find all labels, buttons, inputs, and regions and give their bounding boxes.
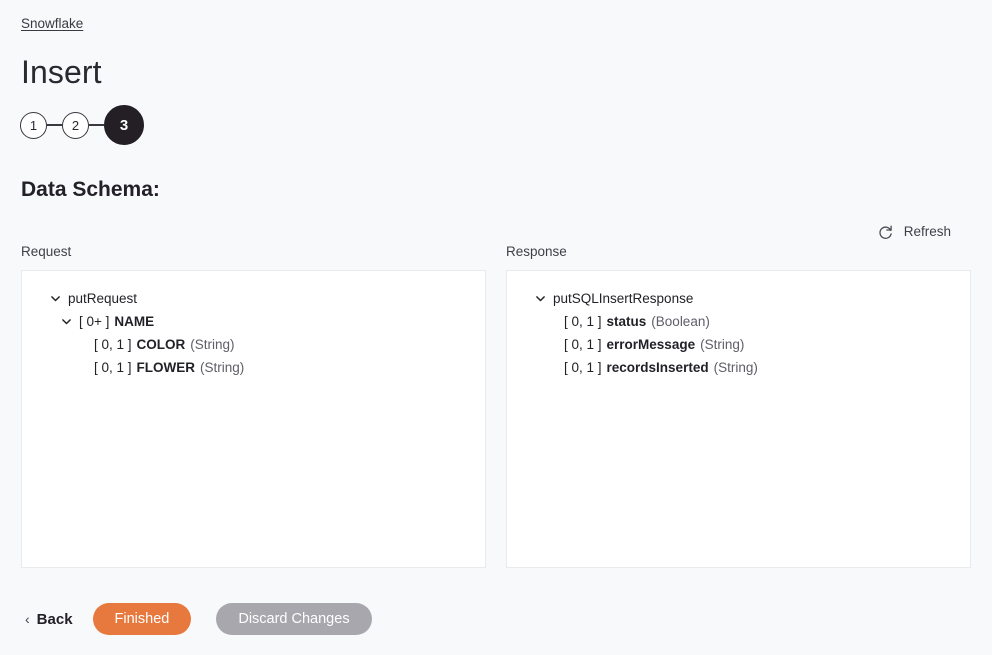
- step-2[interactable]: 2: [62, 111, 89, 139]
- schema-node[interactable]: [ 0+ ] NAME: [22, 310, 485, 333]
- step-3[interactable]: 3: [104, 105, 144, 145]
- finished-button[interactable]: Finished: [92, 603, 192, 635]
- node-type: (String): [190, 337, 235, 352]
- node-occurrence: [ 0, 1 ]: [94, 360, 132, 375]
- step-indicator: 123: [20, 104, 144, 146]
- node-name: recordsInserted: [606, 360, 709, 375]
- response-schema-panel: putSQLInsertResponse [ 0, 1 ] status (Boole…: [506, 270, 971, 568]
- node-name: errorMessage: [606, 337, 696, 352]
- schema-node[interactable]: [ 0, 1 ] status (Boolean): [507, 310, 970, 333]
- node-occurrence: [ 0+ ]: [79, 314, 110, 329]
- back-button[interactable]: ‹ Back: [21, 611, 85, 628]
- back-button-label: Back: [36, 610, 73, 628]
- chevron-left-icon: ‹: [25, 611, 30, 627]
- breadcrumb-snowflake[interactable]: Snowflake: [21, 15, 83, 33]
- response-schema-tree: putSQLInsertResponse [ 0, 1 ] status (Boole…: [507, 287, 970, 379]
- node-occurrence: [ 0, 1 ]: [564, 337, 602, 352]
- request-schema-tree: putRequest [ 0+ ] NAME [ 0, 1 ] COLOR (String…: [22, 287, 485, 379]
- node-name: NAME: [114, 314, 155, 329]
- footer-actions: ‹ Back Finished Discard Changes: [21, 603, 372, 635]
- schema-node[interactable]: [ 0, 1 ] recordsInserted (String): [507, 356, 970, 379]
- request-schema-panel: putRequest [ 0+ ] NAME [ 0, 1 ] COLOR (String…: [21, 270, 486, 568]
- section-heading-data-schema: Data Schema:: [21, 178, 160, 201]
- node-type: (String): [200, 360, 245, 375]
- schema-step-page: Snowflake Insert 123 Data Schema: Reques…: [0, 0, 992, 655]
- discard-changes-button[interactable]: Discard Changes: [216, 603, 372, 635]
- node-type: (String): [700, 337, 745, 352]
- node-name: FLOWER: [136, 360, 196, 375]
- node-name: status: [606, 314, 647, 329]
- node-occurrence: [ 0, 1 ]: [564, 360, 602, 375]
- step-connector: [89, 124, 104, 126]
- node-type: (Boolean): [651, 314, 710, 329]
- chevron-down-icon[interactable]: [60, 315, 73, 328]
- request-column-label: Request: [21, 244, 72, 259]
- chevron-down-icon[interactable]: [49, 292, 62, 305]
- step-1[interactable]: 1: [20, 111, 47, 139]
- node-name: putSQLInsertResponse: [553, 291, 694, 306]
- node-occurrence: [ 0, 1 ]: [94, 337, 132, 352]
- chevron-down-icon[interactable]: [534, 292, 547, 305]
- node-type: (String): [713, 360, 758, 375]
- page-title: Insert: [21, 54, 102, 90]
- node-occurrence: [ 0, 1 ]: [564, 314, 602, 329]
- schema-node[interactable]: putSQLInsertResponse: [507, 287, 970, 310]
- step-connector: [47, 124, 62, 126]
- schema-node[interactable]: putRequest: [22, 287, 485, 310]
- refresh-button[interactable]: Refresh: [877, 223, 951, 241]
- refresh-label: Refresh: [903, 224, 951, 239]
- node-name: COLOR: [136, 337, 186, 352]
- response-column-label: Response: [506, 244, 567, 259]
- schema-node[interactable]: [ 0, 1 ] COLOR (String): [22, 333, 485, 356]
- schema-node[interactable]: [ 0, 1 ] errorMessage (String): [507, 333, 970, 356]
- refresh-icon: [877, 224, 894, 241]
- node-name: putRequest: [68, 291, 138, 306]
- schema-node[interactable]: [ 0, 1 ] FLOWER (String): [22, 356, 485, 379]
